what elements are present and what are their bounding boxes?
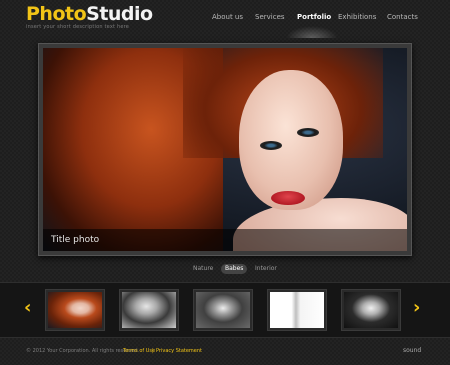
thumbnail-image [48, 292, 102, 328]
footer: © 2012 Your Corporation. All rights rese… [0, 346, 450, 360]
photo-lips [271, 191, 305, 205]
nav-portfolio[interactable]: Portfolio [297, 13, 331, 21]
thumbnail-5[interactable] [341, 289, 401, 331]
thumbnail-image [196, 292, 250, 328]
photo-eye-right [297, 128, 319, 137]
thumbnail-3[interactable] [193, 289, 253, 331]
tab-nature[interactable]: Nature [193, 264, 213, 274]
thumbnail-image [344, 292, 398, 328]
thumbnail-2[interactable] [119, 289, 179, 331]
sound-toggle[interactable]: sound [403, 347, 421, 354]
photo-caption: Title photo [51, 235, 100, 245]
terms-of-use-link[interactable]: Terms of Use [123, 348, 155, 354]
nav-contacts[interactable]: Contacts [387, 13, 418, 21]
nav-active-indicator [286, 26, 338, 38]
thumbnail-image [122, 292, 176, 328]
main-photo[interactable]: Title photo [43, 48, 407, 251]
nav-exhibitions[interactable]: Exhibitions [338, 13, 376, 21]
main-nav: About us Services Portfolio Exhibitions … [0, 13, 450, 25]
footer-separator: | [152, 348, 154, 354]
chevron-left-icon[interactable]: ‹ [24, 299, 31, 317]
tab-babes[interactable]: Babes [221, 264, 248, 274]
photo-eye-left [260, 141, 282, 150]
header: PhotoStudio insert your short descriptio… [0, 0, 450, 38]
thumbnail-1[interactable] [45, 289, 105, 331]
main-photo-frame: Title photo [38, 43, 412, 256]
chevron-right-icon[interactable]: › [413, 299, 420, 317]
category-tabs: Nature Babes Interior [0, 264, 450, 276]
privacy-statement-link[interactable]: Privacy Statement [156, 348, 202, 354]
thumbnail-4[interactable] [267, 289, 327, 331]
nav-services[interactable]: Services [255, 13, 285, 21]
photo-face [239, 70, 343, 210]
thumbnail-image [270, 292, 324, 328]
tab-interior[interactable]: Interior [255, 264, 277, 274]
nav-about-us[interactable]: About us [212, 13, 243, 21]
